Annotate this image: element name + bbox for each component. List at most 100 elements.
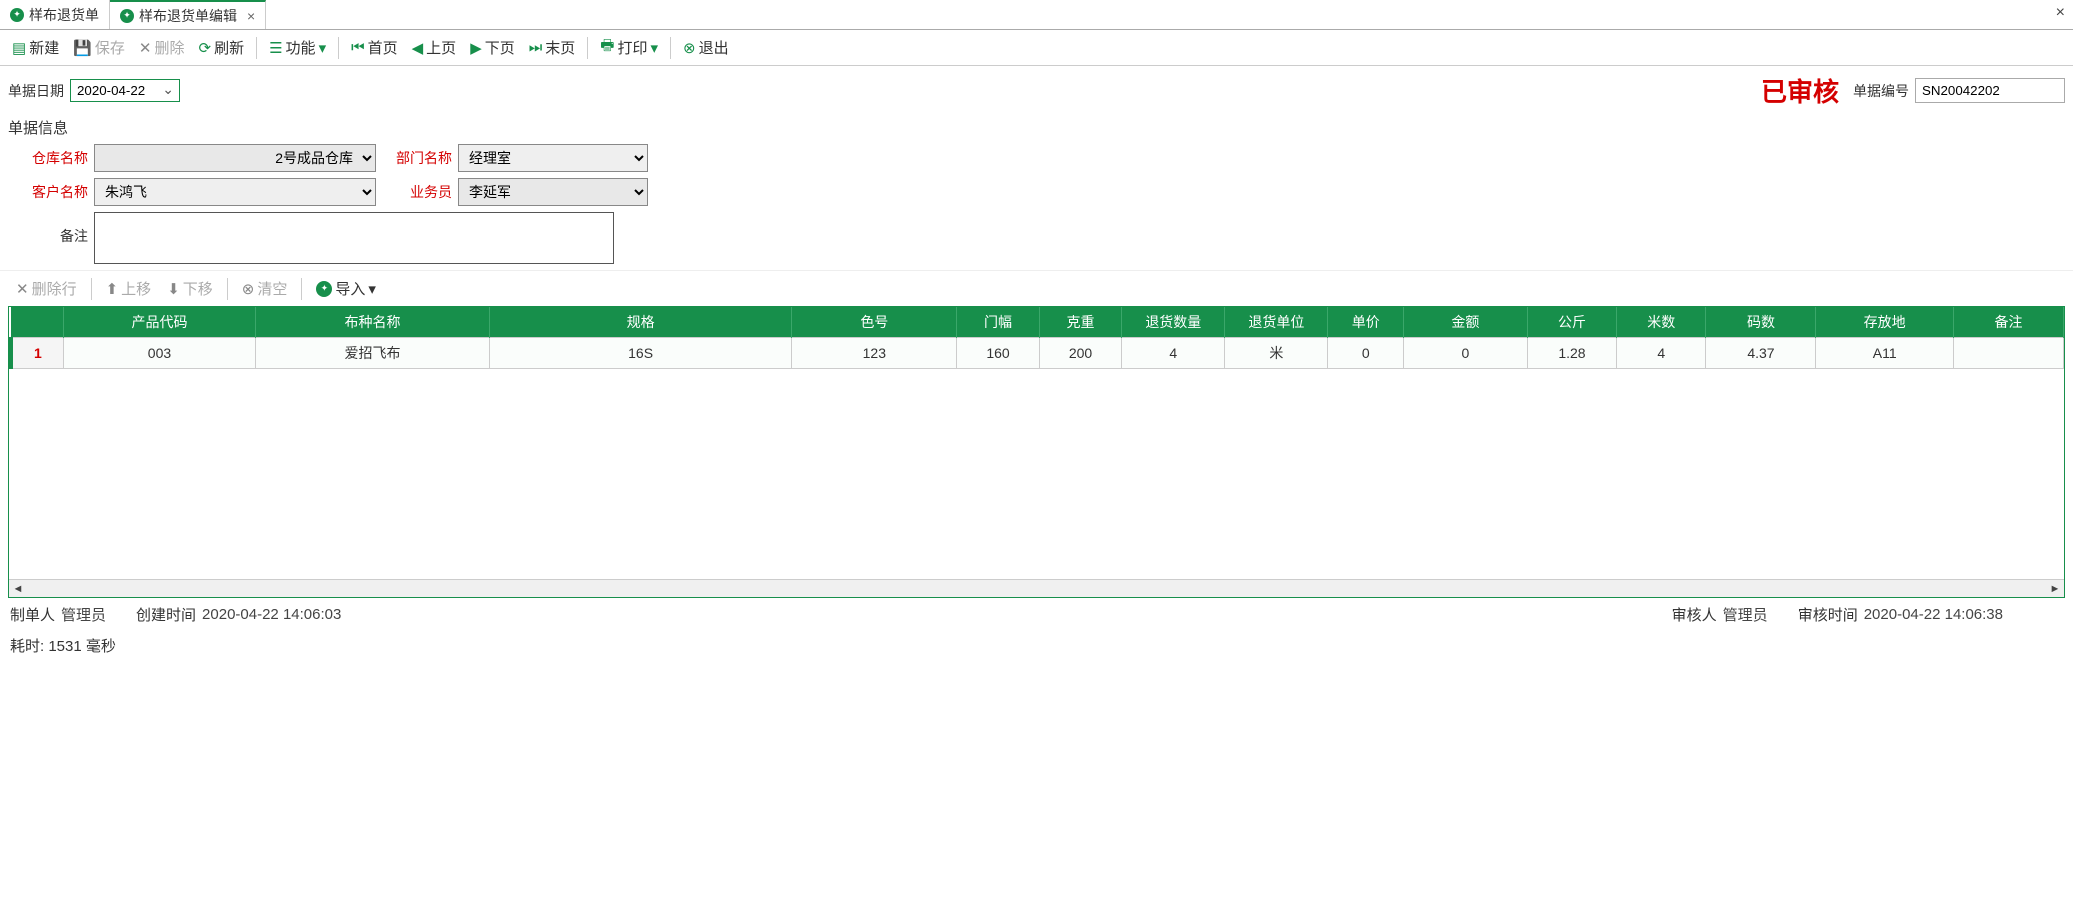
col-location[interactable]: 存放地 — [1816, 307, 1953, 338]
cell-amount[interactable]: 0 — [1404, 338, 1528, 369]
move-up-button[interactable]: ⬆ 上移 — [100, 275, 158, 302]
customer-select[interactable]: 朱鸿飞 — [94, 178, 376, 206]
up-icon: ⬆ — [106, 280, 119, 298]
prev-page-button[interactable]: ◀ 上页 — [406, 34, 463, 61]
remark-label: 备注 — [18, 212, 88, 246]
col-meters[interactable]: 米数 — [1617, 307, 1706, 338]
col-kg[interactable]: 公斤 — [1527, 307, 1616, 338]
scroll-left-icon[interactable]: ◄ — [9, 583, 27, 595]
audit-time-value: 2020-04-22 14:06:38 — [1864, 606, 2003, 623]
close-all-icon[interactable]: × — [2056, 4, 2065, 22]
print-button[interactable]: 🖶 打印 ▾ — [594, 32, 664, 63]
chevron-down-icon: ▾ — [650, 39, 658, 57]
col-remark[interactable]: 备注 — [1953, 307, 2063, 338]
cell-price[interactable]: 0 — [1328, 338, 1404, 369]
separator — [587, 37, 588, 59]
data-grid[interactable]: 产品代码 布种名称 规格 色号 门幅 克重 退货数量 退货单位 单价 金额 公斤… — [9, 307, 2064, 369]
delete-row-button[interactable]: ✕ 删除行 — [10, 275, 83, 302]
cell-kg[interactable]: 1.28 — [1527, 338, 1616, 369]
prev-icon: ◀ — [412, 39, 424, 57]
refresh-button[interactable]: ⟳ 刷新 — [193, 34, 251, 61]
save-button[interactable]: 💾 保存 — [67, 34, 131, 61]
col-spec[interactable]: 规格 — [489, 307, 791, 338]
salesman-select[interactable]: 李延军 — [458, 178, 648, 206]
move-down-button[interactable]: ⬇ 下移 — [161, 275, 219, 302]
scroll-right-icon[interactable]: ► — [2046, 583, 2064, 595]
tab-label: 样布退货单 — [29, 5, 99, 25]
main-toolbar: ▤ 新建 💾 保存 ✕ 删除 ⟳ 刷新 ☰ 功能 ▾ ⏮ 首页 ◀ 上页 ▶ 下… — [0, 30, 2073, 66]
doc-no-label: 单据编号 — [1853, 81, 1909, 101]
tab-return-order-edit[interactable]: ✦ 样布退货单编辑 × — [110, 0, 266, 29]
horizontal-scrollbar[interactable]: ◄ ► — [9, 579, 2064, 597]
cell-remark[interactable] — [1953, 338, 2063, 369]
col-return-unit[interactable]: 退货单位 — [1225, 307, 1328, 338]
cell-weight[interactable]: 200 — [1039, 338, 1121, 369]
col-product-code[interactable]: 产品代码 — [63, 307, 255, 338]
customer-label: 客户名称 — [18, 182, 88, 202]
warehouse-label: 仓库名称 — [18, 148, 88, 168]
warehouse-select[interactable]: 2号成品仓库 — [94, 144, 376, 172]
import-button[interactable]: ✦ 导入 ▾ — [310, 275, 382, 302]
doc-no-input[interactable] — [1915, 78, 2065, 103]
cell-width[interactable]: 160 — [957, 338, 1039, 369]
tab-return-order[interactable]: ✦ 样布退货单 — [0, 0, 110, 29]
col-color[interactable]: 色号 — [792, 307, 957, 338]
elapsed-value: 1531 毫秒 — [48, 638, 116, 655]
next-page-button[interactable]: ▶ 下页 — [464, 34, 521, 61]
dept-label: 部门名称 — [382, 148, 452, 168]
delete-button[interactable]: ✕ 删除 — [133, 34, 191, 61]
cell-return-qty[interactable]: 4 — [1122, 338, 1225, 369]
functions-button[interactable]: ☰ 功能 ▾ — [263, 34, 332, 61]
new-button[interactable]: ▤ 新建 — [6, 34, 65, 61]
date-label: 单据日期 — [8, 81, 64, 101]
cell-spec[interactable]: 16S — [489, 338, 791, 369]
scroll-track[interactable] — [27, 580, 2046, 597]
remark-textarea[interactable] — [94, 212, 614, 264]
col-amount[interactable]: 金额 — [1404, 307, 1528, 338]
refresh-icon: ⟳ — [199, 39, 212, 57]
exit-icon: ⊗ — [683, 39, 696, 57]
footer-bar: 制单人 管理员 创建时间 2020-04-22 14:06:03 审核人 管理员… — [0, 598, 2073, 631]
separator — [670, 37, 671, 59]
col-yards[interactable]: 码数 — [1706, 307, 1816, 338]
audit-stamp: 已审核 — [1761, 72, 1839, 109]
date-input[interactable] — [70, 79, 180, 102]
salesman-label: 业务员 — [382, 182, 452, 202]
col-return-qty[interactable]: 退货数量 — [1122, 307, 1225, 338]
col-fabric-name[interactable]: 布种名称 — [256, 307, 490, 338]
cell-fabric-name[interactable]: 爱招飞布 — [256, 338, 490, 369]
cell-meters[interactable]: 4 — [1617, 338, 1706, 369]
exit-button[interactable]: ⊗ 退出 — [677, 34, 735, 61]
last-page-button[interactable]: ⏭ 末页 — [523, 34, 582, 61]
cell-return-unit[interactable]: 米 — [1225, 338, 1328, 369]
down-icon: ⬇ — [167, 280, 180, 298]
clear-icon: ⊗ — [242, 280, 255, 298]
elapsed-label: 耗时: — [10, 638, 44, 655]
delete-icon: ✕ — [16, 280, 29, 298]
col-width[interactable]: 门幅 — [957, 307, 1039, 338]
form-area: 仓库名称 2号成品仓库 部门名称 经理室 客户名称 朱鸿飞 业务员 李延军 备注 — [0, 144, 2073, 264]
grid-header-row: 产品代码 布种名称 规格 色号 门幅 克重 退货数量 退货单位 单价 金额 公斤… — [11, 307, 2064, 338]
cell-location[interactable]: A11 — [1816, 338, 1953, 369]
separator — [301, 278, 302, 300]
cell-yards[interactable]: 4.37 — [1706, 338, 1816, 369]
new-icon: ▤ — [12, 39, 26, 57]
col-price[interactable]: 单价 — [1328, 307, 1404, 338]
create-time-label: 创建时间 — [136, 604, 196, 625]
cell-color[interactable]: 123 — [792, 338, 957, 369]
row-number: 1 — [11, 338, 63, 369]
maker-label: 制单人 — [10, 604, 55, 625]
table-row[interactable]: 1 003 爱招飞布 16S 123 160 200 4 米 0 0 1.28 … — [11, 338, 2064, 369]
grid-container: 产品代码 布种名称 规格 色号 门幅 克重 退货数量 退货单位 单价 金额 公斤… — [8, 306, 2065, 598]
first-page-button[interactable]: ⏮ 首页 — [345, 34, 404, 61]
clear-button[interactable]: ⊗ 清空 — [236, 275, 294, 302]
tab-bar: ✦ 样布退货单 ✦ 样布退货单编辑 × × — [0, 0, 2073, 30]
list-icon: ☰ — [269, 39, 282, 57]
rownum-header — [11, 307, 63, 338]
globe-icon: ✦ — [316, 281, 332, 297]
dept-select[interactable]: 经理室 — [458, 144, 648, 172]
close-icon[interactable]: × — [247, 8, 255, 24]
cell-product-code[interactable]: 003 — [63, 338, 255, 369]
col-weight[interactable]: 克重 — [1039, 307, 1121, 338]
chevron-down-icon: ▾ — [368, 280, 376, 298]
